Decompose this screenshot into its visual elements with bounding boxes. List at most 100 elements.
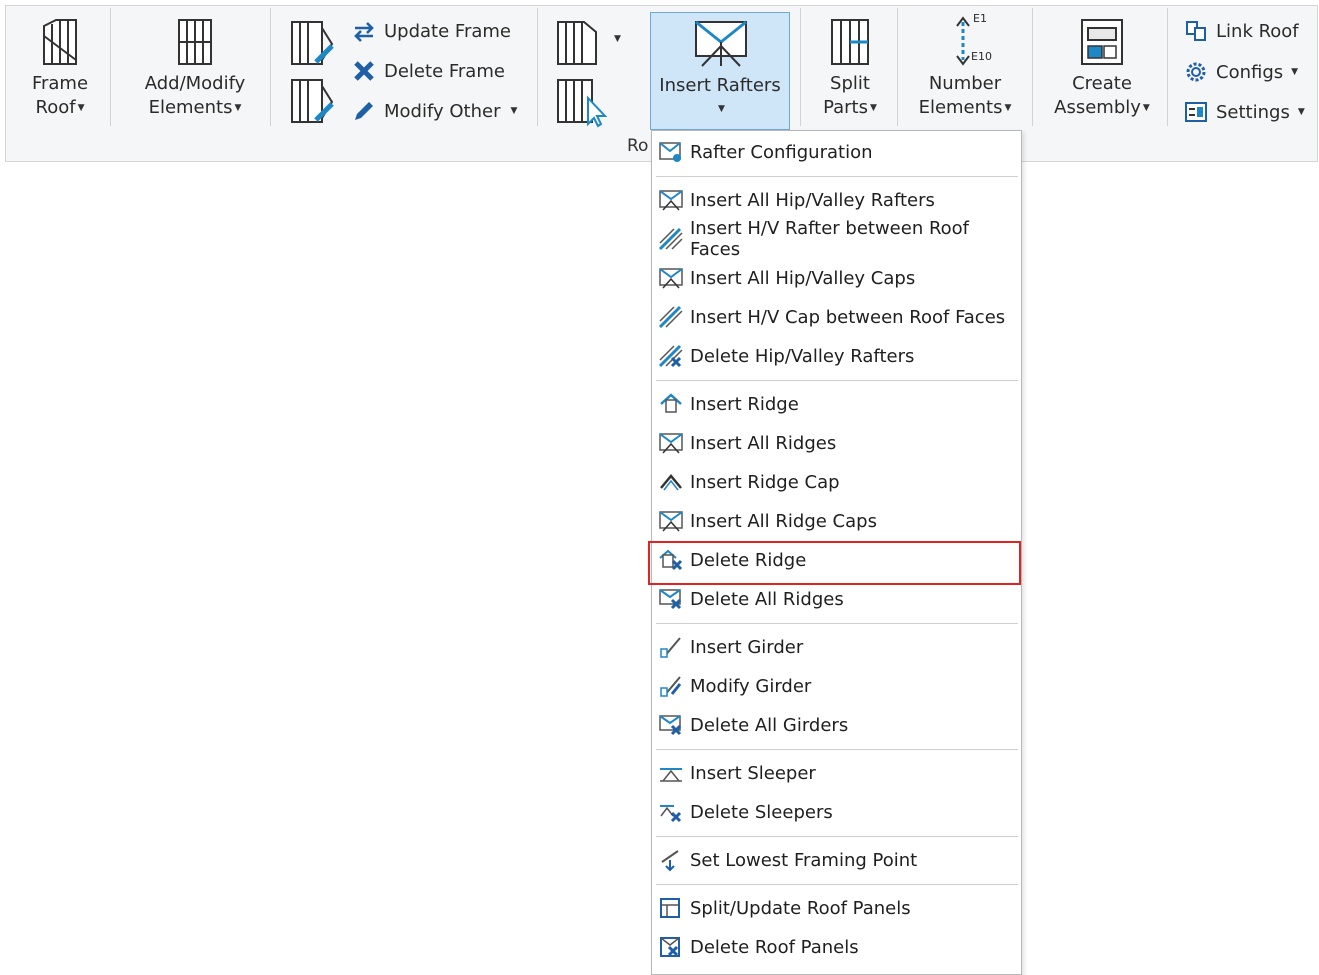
menu-item-delete-hip-valley-rafters[interactable]: Delete Hip/Valley Rafters <box>652 337 1021 375</box>
menu-item-label: Rafter Configuration <box>690 141 873 163</box>
create-assembly-button[interactable]: Create Assembly ▼ <box>1046 16 1158 120</box>
menu-item-label: Set Lowest Framing Point <box>690 849 918 871</box>
panel-label: Ro <box>627 136 649 156</box>
chevron-down-icon: ▼ <box>1291 67 1299 77</box>
separator <box>537 8 538 126</box>
delete-frame-button[interactable]: Delete Frame <box>352 56 505 86</box>
menu-item-split-update-roof-panels[interactable]: Split/Update Roof Panels <box>652 889 1021 927</box>
menu-item-insert-all-hip-valley-rafters[interactable]: Insert All Hip/Valley Rafters <box>652 181 1021 219</box>
number-elements-icon: E1 E10 <box>935 12 995 72</box>
chevron-down-icon: ▼ <box>718 104 725 114</box>
menu-item-delete-roof-panels[interactable]: Delete Roof Panels <box>652 928 1021 966</box>
pencil-icon <box>355 102 373 120</box>
menu-item-label: Insert H/V Rafter between Roof Faces <box>690 218 970 260</box>
chevron-down-icon: ▼ <box>234 103 242 113</box>
split-parts-icon <box>831 19 869 65</box>
menu-item-label: Insert All Ridge Caps <box>690 510 877 532</box>
separator <box>897 8 898 126</box>
menu-item-insert-all-hip-valley-caps[interactable]: Insert All Hip/Valley Caps <box>652 259 1021 297</box>
chevron-down-icon: ▼ <box>77 103 85 113</box>
number-elements-label-1: Number <box>928 73 1002 94</box>
frame-roof-label-1: Frame <box>31 73 89 94</box>
menu-item-rafter-configuration[interactable]: Rafter Configuration <box>652 133 1021 171</box>
add-modify-label-2: Elements <box>148 97 233 118</box>
configs-button[interactable]: Configs ▼ <box>1184 57 1298 87</box>
delete-x-icon <box>354 61 374 81</box>
modify-other-button[interactable]: Modify Other ▼ <box>352 96 517 126</box>
select-frame-icon[interactable] <box>554 76 610 128</box>
delete-sleepers-icon <box>660 805 682 823</box>
split-parts-label-1: Split <box>830 73 870 94</box>
number-tag-bottom: E10 <box>971 50 992 63</box>
frame-roof-button[interactable]: Frame Roof ▼ <box>20 16 100 120</box>
hip-valley-rafters-icon <box>659 190 683 211</box>
menu-item-insert-all-ridges[interactable]: Insert All Ridges <box>652 424 1021 462</box>
menu-separator <box>656 884 1018 885</box>
settings-button[interactable]: Settings ▼ <box>1184 97 1305 127</box>
insert-sleeper-icon <box>660 768 682 782</box>
modify-frame-large-icon[interactable] <box>288 76 338 126</box>
menu-item-insert-hv-rafter-between-roof-faces[interactable]: Insert H/V Rafter between Roof Faces <box>652 218 1021 260</box>
settings-label: Settings <box>1216 101 1290 123</box>
number-tag-top: E1 <box>973 12 987 25</box>
chevron-down-icon: ▼ <box>1142 103 1150 113</box>
menu-item-label: Delete All Ridges <box>690 588 844 610</box>
delete-panels-icon <box>660 937 680 957</box>
separator <box>270 8 271 126</box>
insert-all-ridges-icon <box>659 433 683 454</box>
gear-icon <box>1186 62 1206 82</box>
menu-separator <box>656 176 1018 177</box>
menu-item-insert-sleeper[interactable]: Insert Sleeper <box>652 754 1021 792</box>
chevron-down-icon: ▼ <box>1297 107 1305 117</box>
frame-panel-icon[interactable] <box>554 18 604 68</box>
menu-item-label: Delete Hip/Valley Rafters <box>690 345 915 367</box>
menu-item-modify-girder[interactable]: Modify Girder <box>652 667 1021 705</box>
menu-item-insert-all-ridge-caps[interactable]: Insert All Ridge Caps <box>652 502 1021 540</box>
lowest-point-icon <box>661 850 679 872</box>
menu-item-insert-girder[interactable]: Insert Girder <box>652 628 1021 666</box>
create-assembly-label-1: Create <box>1072 73 1132 94</box>
number-elements-label-2: Elements <box>918 97 1003 118</box>
chevron-down-icon: ▼ <box>870 103 877 113</box>
menu-item-label: Insert All Hip/Valley Rafters <box>690 189 935 211</box>
delete-girders-icon <box>659 715 682 736</box>
menu-item-delete-all-girders[interactable]: Delete All Girders <box>652 706 1021 744</box>
delete-hip-valley-icon <box>658 344 683 368</box>
hv-rafter-faces-icon <box>658 227 683 251</box>
menu-separator <box>656 836 1018 837</box>
add-modify-icon <box>178 19 212 65</box>
separator <box>800 8 801 126</box>
menu-item-insert-ridge-cap[interactable]: Insert Ridge Cap <box>652 463 1021 501</box>
separator <box>1032 8 1033 126</box>
menu-item-delete-sleepers[interactable]: Delete Sleepers <box>652 793 1021 831</box>
add-modify-elements-button[interactable]: Add/Modify Elements ▼ <box>130 16 260 120</box>
menu-item-label: Insert Sleeper <box>690 762 816 784</box>
update-frame-button[interactable]: Update Frame <box>352 16 511 46</box>
link-roof-button[interactable]: Link Roof <box>1184 16 1299 46</box>
update-frame-large-icon[interactable] <box>288 18 338 68</box>
menu-item-delete-all-ridges[interactable]: Delete All Ridges <box>652 580 1021 618</box>
menu-separator <box>656 623 1018 624</box>
chevron-down-icon[interactable]: ▼ <box>614 34 621 44</box>
update-arrows-icon <box>354 22 374 42</box>
create-assembly-label-2: Assembly <box>1054 97 1141 118</box>
split-panels-icon <box>660 898 680 918</box>
update-frame-label: Update Frame <box>384 20 511 42</box>
separator <box>1167 8 1168 126</box>
modify-other-label: Modify Other <box>384 100 501 122</box>
link-roof-icon <box>1186 21 1206 41</box>
number-elements-button[interactable]: E1 E10 Number Elements ▼ <box>910 12 1020 120</box>
menu-item-set-lowest-framing-point[interactable]: Set Lowest Framing Point <box>652 841 1021 879</box>
separator <box>110 8 111 126</box>
chevron-down-icon: ▼ <box>510 106 518 116</box>
menu-item-label: Insert H/V Cap between Roof Faces <box>690 306 1006 328</box>
menu-item-insert-ridge[interactable]: Insert Ridge <box>652 385 1021 423</box>
split-parts-button[interactable]: Split Parts ▼ <box>812 16 888 120</box>
insert-rafters-label: Insert Rafters <box>659 75 781 96</box>
settings-panel-icon <box>1185 102 1207 122</box>
menu-item-insert-hv-cap-between-roof-faces[interactable]: Insert H/V Cap between Roof Faces <box>652 298 1021 336</box>
add-modify-label-1: Add/Modify <box>144 73 246 94</box>
menu-item-label: Delete All Girders <box>690 714 849 736</box>
insert-girder-icon <box>660 637 681 658</box>
ridge-cap-icon <box>660 474 682 491</box>
